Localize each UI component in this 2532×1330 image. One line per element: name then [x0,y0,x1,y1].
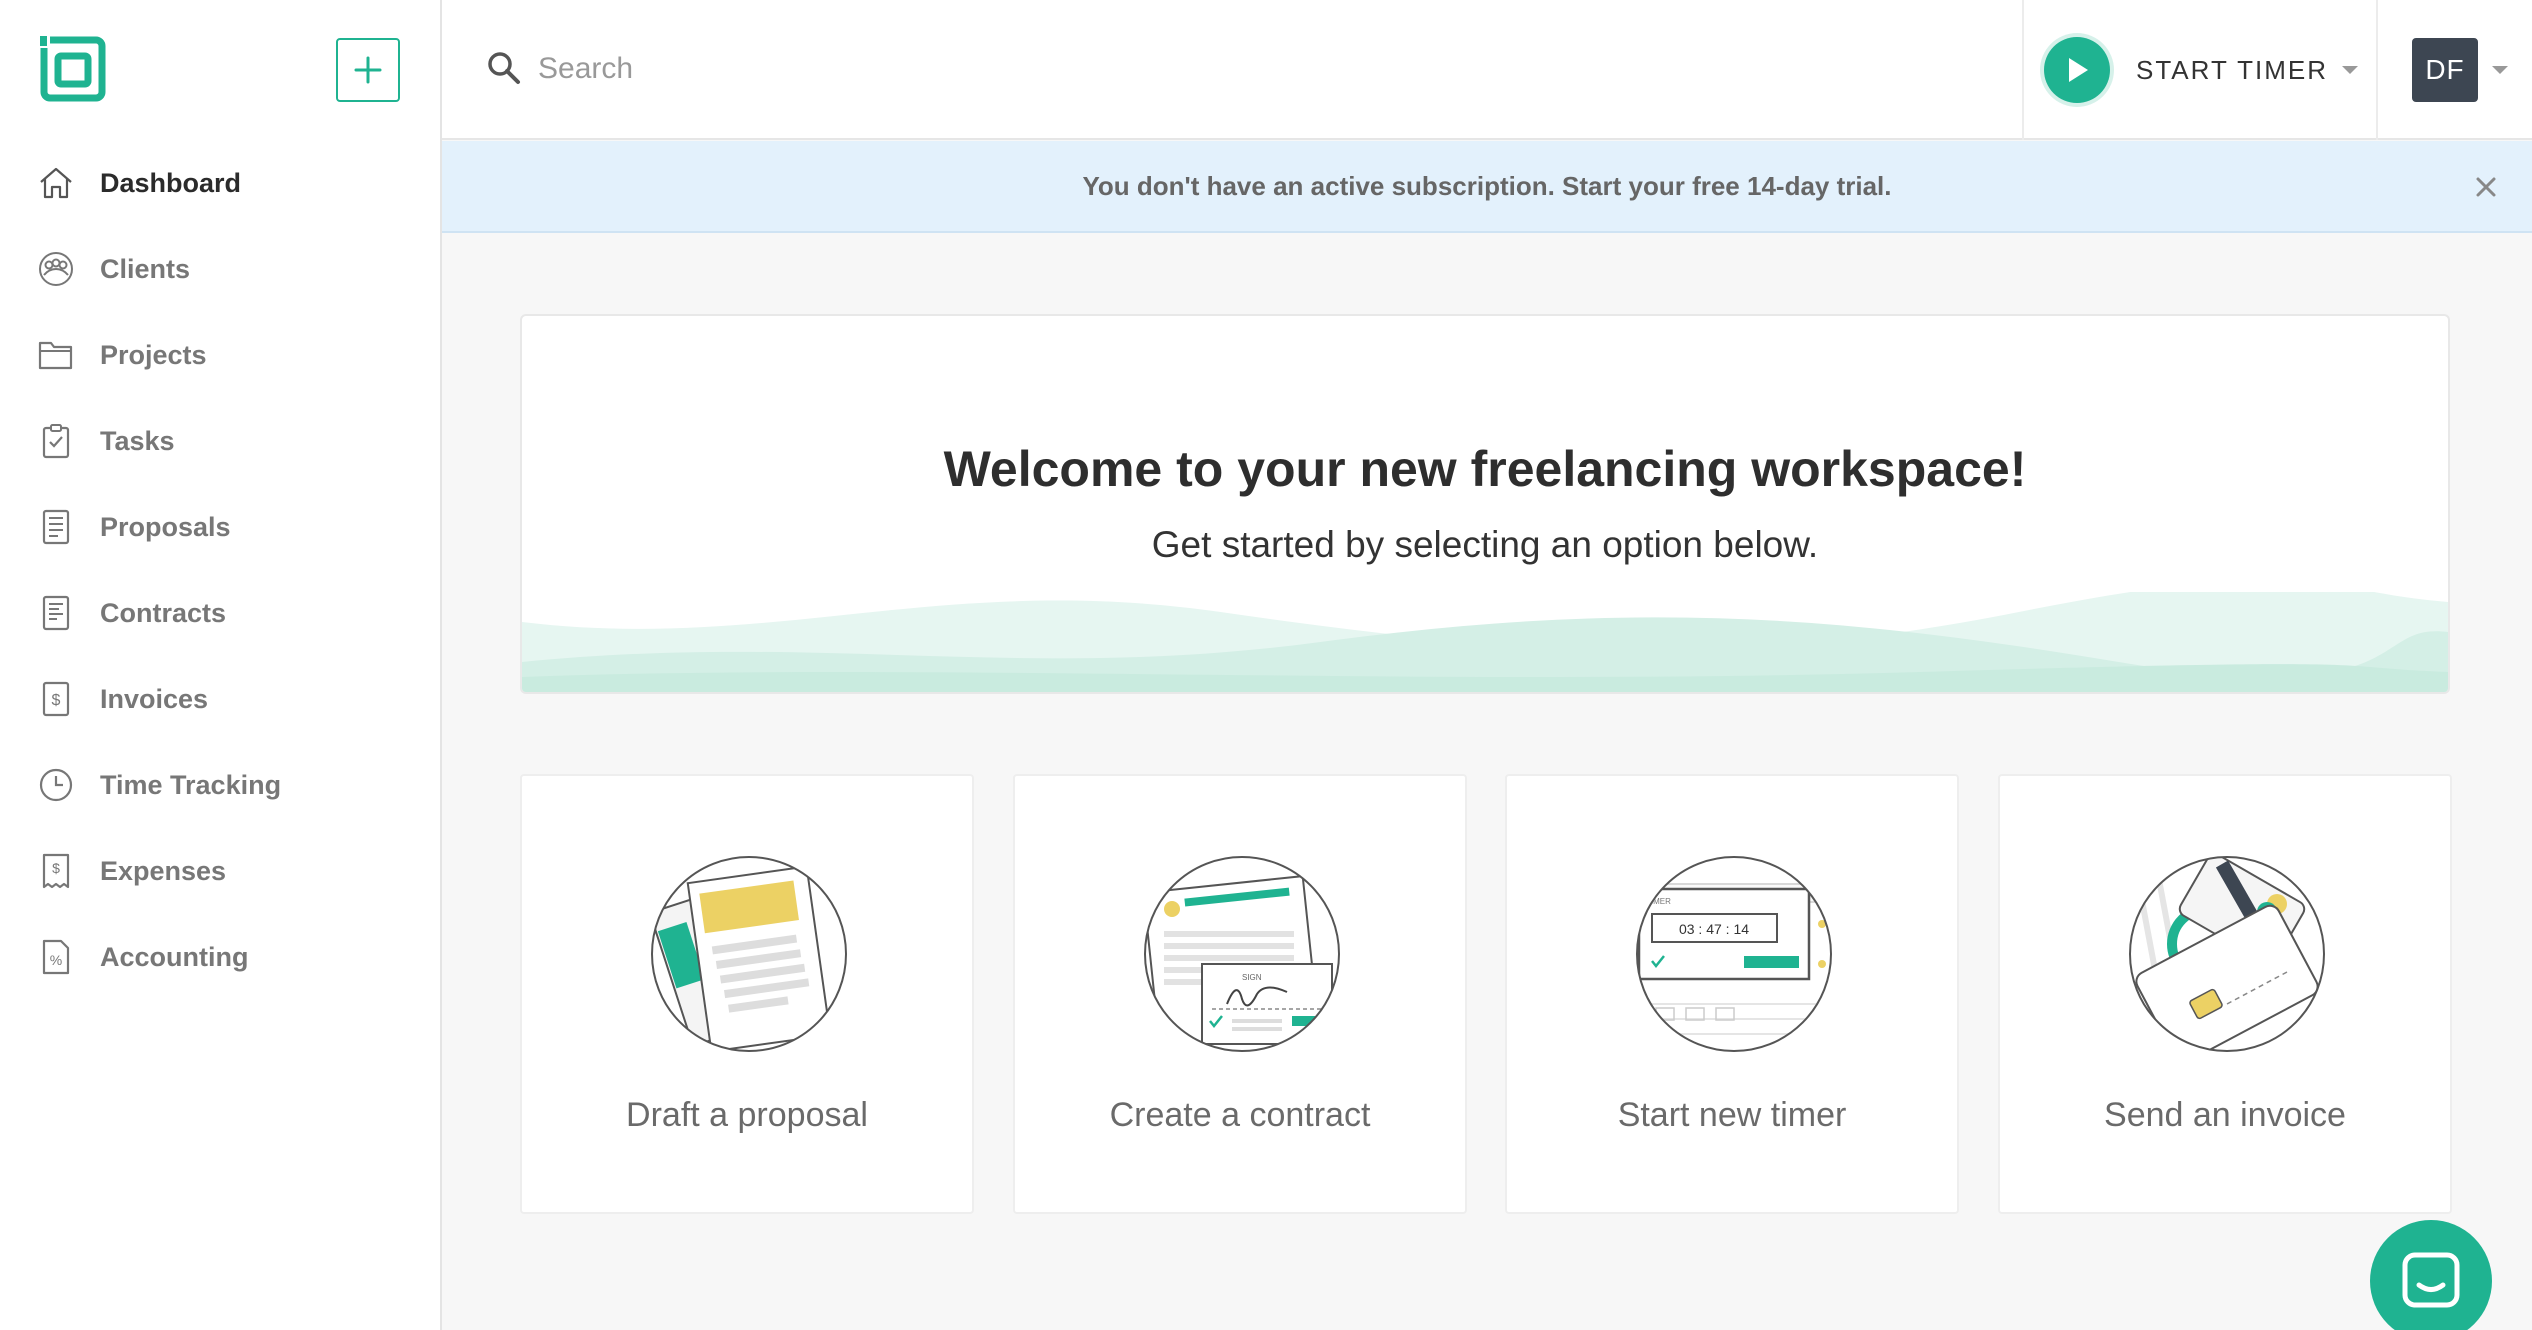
decorative-waves [522,592,2448,692]
invoice-dollar-icon: $ [38,681,74,717]
start-timer-button[interactable]: START TIMER [2022,0,2378,140]
send-invoice-card[interactable]: Send an invoice [1998,774,2452,1214]
add-new-button[interactable] [336,38,400,102]
svg-text:$: $ [52,860,60,876]
svg-text:%: % [50,952,62,968]
plus-icon [354,56,382,84]
sidebar-item-label: Clients [100,253,191,284]
card-label: Draft a proposal [626,1096,868,1134]
card-label: Create a contract [1109,1096,1371,1134]
search-icon [486,50,522,86]
sidebar-item-invoices[interactable]: $ Invoices [0,656,440,742]
contract-doc-icon [38,595,74,631]
start-new-timer-card[interactable]: TIMER 03 : 47 : 14 Start new timer [1505,774,1959,1214]
sidebar: Dashboard Clients Projects Tasks Proposa… [0,0,442,1330]
chat-icon [2402,1252,2460,1308]
avatar: DF [2412,38,2478,102]
sidebar-item-accounting[interactable]: % Accounting [0,914,440,1000]
percent-doc-icon: % [38,939,74,975]
welcome-card: Welcome to your new freelancing workspac… [520,314,2450,694]
sidebar-item-projects[interactable]: Projects [0,312,440,398]
sidebar-item-tasks[interactable]: Tasks [0,398,440,484]
sidebar-item-label: Proposals [100,511,231,542]
sidebar-item-label: Contracts [100,597,227,628]
sidebar-item-proposals[interactable]: Proposals [0,484,440,570]
invoice-card-illustration-icon [2127,854,2327,1054]
card-label: Start new timer [1617,1096,1847,1134]
home-icon [38,165,74,201]
proposal-doc-icon [38,509,74,545]
svg-text:$: $ [52,692,61,709]
sidebar-item-label: Time Tracking [100,769,282,800]
chevron-down-icon [2492,66,2508,74]
create-contract-card[interactable]: SIGN Create a contract [1013,774,1467,1214]
welcome-subtitle: Get started by selecting an option below… [1151,524,1819,565]
user-menu[interactable]: DF [2412,38,2508,102]
timer-illustration-icon: TIMER 03 : 47 : 14 [1634,854,1834,1054]
svg-text:SIGN: SIGN [1242,973,1262,982]
proposal-illustration-icon [649,854,849,1054]
sidebar-nav: Dashboard Clients Projects Tasks Proposa… [0,140,440,1000]
sidebar-item-label: Expenses [100,855,227,886]
sidebar-item-expenses[interactable]: $ Expenses [0,828,440,914]
bonsai-logo-icon[interactable] [38,36,106,102]
sidebar-item-contracts[interactable]: Contracts [0,570,440,656]
sidebar-item-clients[interactable]: Clients [0,226,440,312]
sidebar-item-dashboard[interactable]: Dashboard [0,140,440,226]
sidebar-item-label: Accounting [100,941,249,972]
close-icon[interactable] [2470,171,2502,203]
sidebar-item-label: Invoices [100,683,209,714]
clients-icon [38,251,74,287]
receipt-icon: $ [38,853,74,889]
welcome-title: Welcome to your new freelancing workspac… [943,441,2027,497]
sidebar-item-time-tracking[interactable]: Time Tracking [0,742,440,828]
play-icon [2044,37,2110,103]
search-input[interactable] [538,42,1838,96]
card-label: Send an invoice [2104,1096,2346,1134]
clipboard-check-icon [38,423,74,459]
sidebar-item-label: Projects [100,339,207,370]
chat-launcher-button[interactable] [2370,1220,2492,1330]
timer-readout: 03 : 47 : 14 [1679,921,1749,937]
banner-message[interactable]: You don't have an active subscription. S… [1082,171,1891,202]
draft-proposal-card[interactable]: Draft a proposal [520,774,974,1214]
start-timer-label: START TIMER [2136,54,2328,85]
clock-icon [38,767,74,803]
chevron-down-icon [2342,66,2358,74]
top-bar: START TIMER DF [442,0,2532,140]
sidebar-item-label: Dashboard [100,167,242,198]
sidebar-item-label: Tasks [100,425,175,456]
folder-icon [38,337,74,373]
subscription-banner: You don't have an active subscription. S… [442,141,2532,233]
contract-illustration-icon: SIGN [1142,854,1342,1054]
